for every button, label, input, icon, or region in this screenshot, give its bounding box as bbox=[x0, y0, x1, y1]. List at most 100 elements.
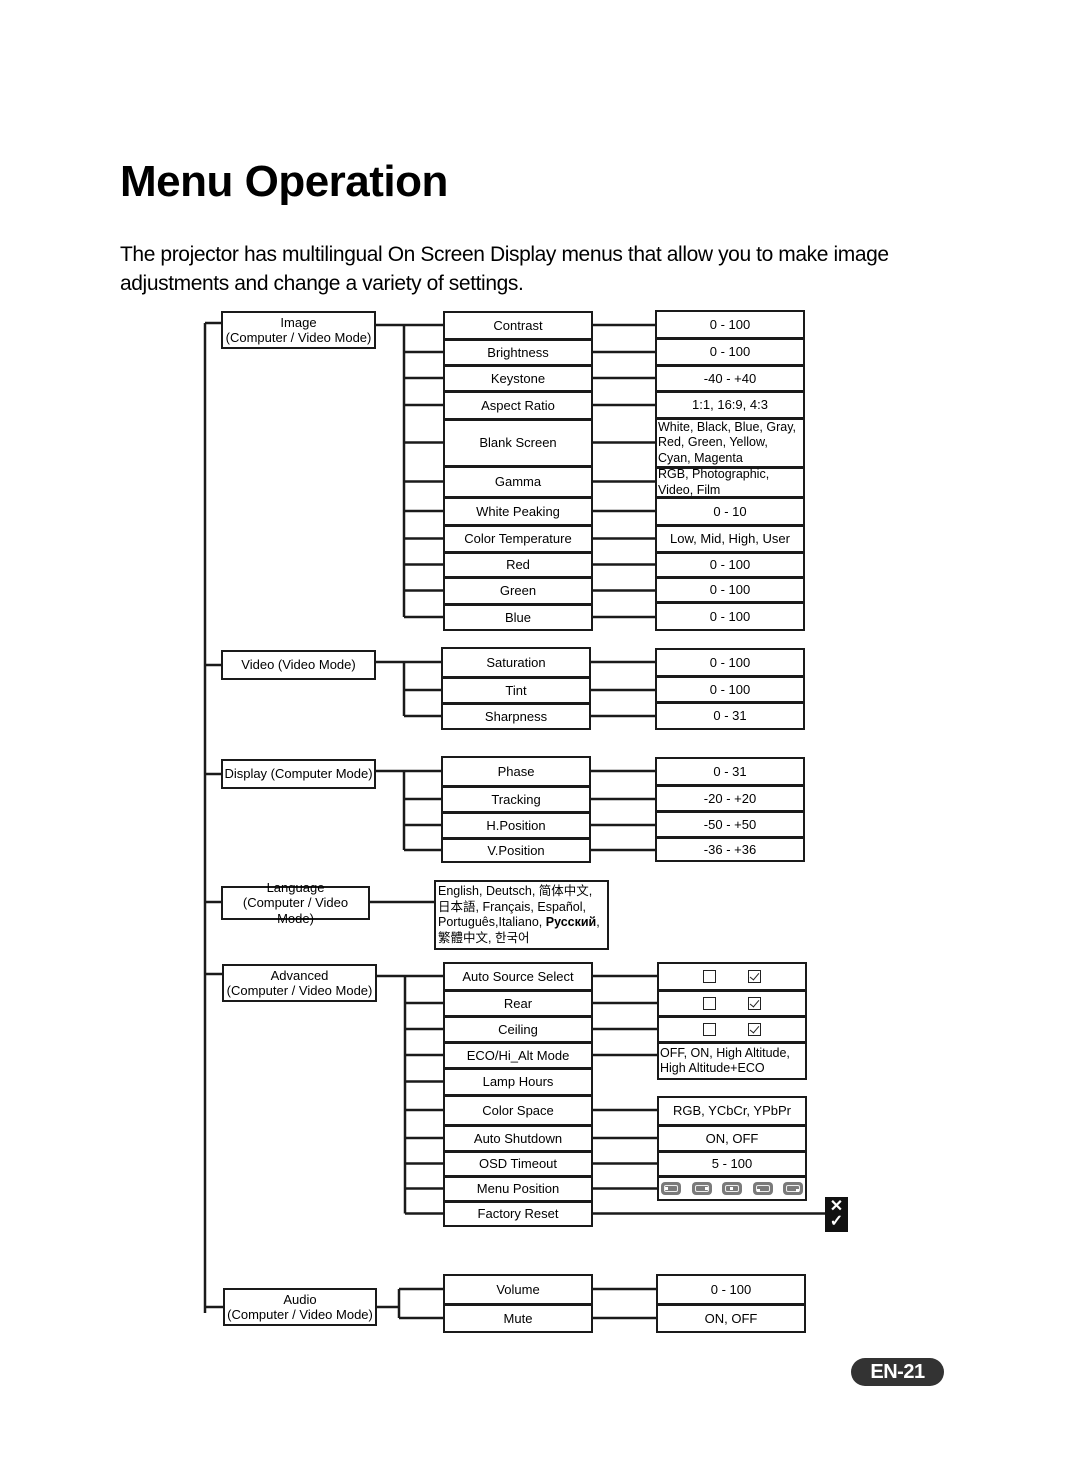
menu-item-phase[interactable]: Phase bbox=[441, 756, 591, 787]
value-aspect-ratio-text: 1:1, 16:9, 4:3 bbox=[692, 397, 768, 413]
language-option: 한국어 bbox=[494, 930, 530, 945]
menu-item-blue-text: Blue bbox=[504, 609, 532, 625]
value-tracking-text: -20 - +20 bbox=[703, 790, 757, 806]
menu-item-osd-timeout-text: OSD Timeout bbox=[478, 1156, 558, 1172]
menu-item-menu-position-text: Menu Position bbox=[476, 1181, 560, 1197]
menu-item-color-temperature-text: Color Temperature bbox=[464, 531, 572, 547]
menu-item-sharpness[interactable]: Sharpness bbox=[441, 703, 591, 730]
value-color-space-text: RGB, YCbCr, YPbPr bbox=[672, 1103, 791, 1119]
menu-item-keystone[interactable]: Keystone bbox=[443, 365, 593, 392]
menu-item-lamp-hours[interactable]: Lamp Hours bbox=[443, 1068, 593, 1096]
value-gamma-text: RGB, Photographic, Video, Film bbox=[658, 467, 770, 497]
value-auto-shutdown: ON, OFF bbox=[657, 1125, 807, 1152]
menu-item-color-space[interactable]: Color Space bbox=[443, 1095, 593, 1126]
menu-item-blue[interactable]: Blue bbox=[443, 604, 593, 631]
menu-item-h-position[interactable]: H.Position bbox=[441, 812, 591, 839]
bottom-right-position-icon[interactable] bbox=[783, 1182, 803, 1195]
menu-item-brightness[interactable]: Brightness bbox=[443, 339, 593, 366]
language-option: Português bbox=[438, 915, 495, 929]
menu-item-saturation-text: Saturation bbox=[486, 654, 546, 670]
menu-item-red[interactable]: Red bbox=[443, 552, 593, 578]
menu-item-saturation[interactable]: Saturation bbox=[441, 647, 591, 678]
value-saturation: 0 - 100 bbox=[655, 648, 805, 677]
value-auto-source-select bbox=[657, 962, 807, 991]
menu-position-options bbox=[659, 1182, 805, 1195]
value-aspect-ratio: 1:1, 16:9, 4:3 bbox=[655, 391, 805, 419]
menu-item-h-position-text: H.Position bbox=[486, 817, 546, 833]
value-green-text: 0 - 100 bbox=[709, 582, 751, 598]
category-image[interactable]: Image (Computer / Video Mode) bbox=[221, 311, 376, 349]
menu-item-mute-text: Mute bbox=[503, 1310, 533, 1326]
position-marker bbox=[730, 1187, 733, 1190]
menu-item-rear[interactable]: Rear bbox=[443, 990, 593, 1017]
category-display-label: Display (Computer Mode) bbox=[224, 766, 372, 782]
menu-item-blank-screen[interactable]: Blank Screen bbox=[443, 419, 593, 467]
menu-item-auto-source-select[interactable]: Auto Source Select bbox=[443, 962, 593, 991]
checkbox-checked-icon[interactable] bbox=[748, 1023, 761, 1036]
language-option: 日本語 bbox=[438, 899, 476, 914]
menu-item-v-position[interactable]: V.Position bbox=[441, 838, 591, 863]
value-volume: 0 - 100 bbox=[656, 1274, 806, 1305]
category-advanced-label: Advanced (Computer / Video Mode) bbox=[227, 968, 373, 999]
menu-item-tracking[interactable]: Tracking bbox=[441, 786, 591, 813]
menu-item-volume[interactable]: Volume bbox=[443, 1274, 593, 1305]
menu-item-red-text: Red bbox=[506, 557, 530, 573]
value-ceiling bbox=[657, 1016, 807, 1043]
menu-item-lamp-hours-text: Lamp Hours bbox=[482, 1074, 554, 1090]
top-right-position-icon[interactable] bbox=[691, 1182, 712, 1195]
cancel-confirm-icon[interactable]: ✕ ✓ bbox=[825, 1196, 848, 1232]
menu-item-aspect-ratio[interactable]: Aspect Ratio bbox=[443, 391, 593, 420]
value-blue: 0 - 100 bbox=[655, 602, 805, 631]
menu-item-factory-reset[interactable]: Factory Reset bbox=[443, 1201, 593, 1227]
value-auto-shutdown-text: ON, OFF bbox=[705, 1130, 759, 1146]
value-rear bbox=[657, 990, 807, 1017]
menu-item-gamma-text: Gamma bbox=[494, 474, 542, 490]
menu-item-ceiling[interactable]: Ceiling bbox=[443, 1016, 593, 1043]
menu-item-contrast[interactable]: Contrast bbox=[443, 311, 593, 340]
menu-item-green-text: Green bbox=[499, 583, 537, 599]
menu-item-gamma[interactable]: Gamma bbox=[443, 466, 593, 498]
value-green: 0 - 100 bbox=[655, 577, 805, 603]
menu-item-eco-hi-alt-mode[interactable]: ECO/Hi_Alt Mode bbox=[443, 1042, 593, 1069]
connector-lines bbox=[203, 321, 825, 1320]
label-line: Audio bbox=[283, 1291, 317, 1307]
value-keystone-text: -40 - +40 bbox=[703, 370, 757, 386]
menu-item-mute[interactable]: Mute bbox=[443, 1304, 593, 1333]
checkbox-checked-icon[interactable] bbox=[748, 997, 761, 1010]
menu-item-green[interactable]: Green bbox=[443, 577, 593, 605]
checkbox-unchecked-icon[interactable] bbox=[703, 1023, 716, 1036]
bottom-left-position-icon[interactable] bbox=[752, 1182, 773, 1195]
label-line: (Computer / Video Mode) bbox=[242, 895, 349, 926]
value-blank-screen-text: White, Black, Blue, Gray, Red, Green, Ye… bbox=[658, 419, 797, 465]
value-color-space: RGB, YCbCr, YPbPr bbox=[657, 1096, 807, 1126]
menu-item-volume-text: Volume bbox=[496, 1281, 540, 1297]
menu-item-white-peaking[interactable]: White Peaking bbox=[443, 497, 593, 526]
checkbox-unchecked-icon[interactable] bbox=[703, 970, 716, 983]
top-left-position-icon[interactable] bbox=[661, 1182, 681, 1195]
menu-item-osd-timeout[interactable]: OSD Timeout bbox=[443, 1151, 593, 1177]
value-blue-text: 0 - 100 bbox=[709, 608, 751, 624]
category-video-label: Video (Video Mode) bbox=[241, 657, 355, 673]
value-volume-text: 0 - 100 bbox=[710, 1281, 752, 1297]
menu-item-brightness-text: Brightness bbox=[487, 344, 549, 360]
category-video[interactable]: Video (Video Mode) bbox=[221, 650, 376, 680]
language-options-box: English, Deutsch, 简体中文, 日本語, Français, E… bbox=[434, 880, 609, 950]
label-line: Image bbox=[280, 314, 317, 330]
language-option: Deutsch bbox=[485, 884, 532, 898]
category-display[interactable]: Display (Computer Mode) bbox=[221, 759, 376, 789]
category-advanced[interactable]: Advanced (Computer / Video Mode) bbox=[222, 964, 377, 1002]
menu-item-color-temperature[interactable]: Color Temperature bbox=[443, 525, 593, 553]
category-audio[interactable]: Audio (Computer / Video Mode) bbox=[223, 1288, 377, 1326]
value-keystone: -40 - +40 bbox=[655, 365, 805, 392]
checkbox-unchecked-icon[interactable] bbox=[703, 997, 716, 1010]
center-position-icon[interactable] bbox=[722, 1182, 742, 1195]
value-phase: 0 - 31 bbox=[655, 757, 805, 786]
language-option: Français bbox=[482, 899, 531, 914]
cancel-icon: ✕ bbox=[829, 1198, 844, 1215]
checkbox-checked-icon[interactable] bbox=[748, 970, 761, 983]
menu-item-keystone-text: Keystone bbox=[490, 370, 546, 386]
category-language[interactable]: Language (Computer / Video Mode) bbox=[221, 880, 370, 926]
menu-item-auto-shutdown[interactable]: Auto Shutdown bbox=[443, 1125, 593, 1152]
menu-item-tint[interactable]: Tint bbox=[441, 677, 591, 704]
menu-item-menu-position[interactable]: Menu Position bbox=[443, 1176, 593, 1202]
